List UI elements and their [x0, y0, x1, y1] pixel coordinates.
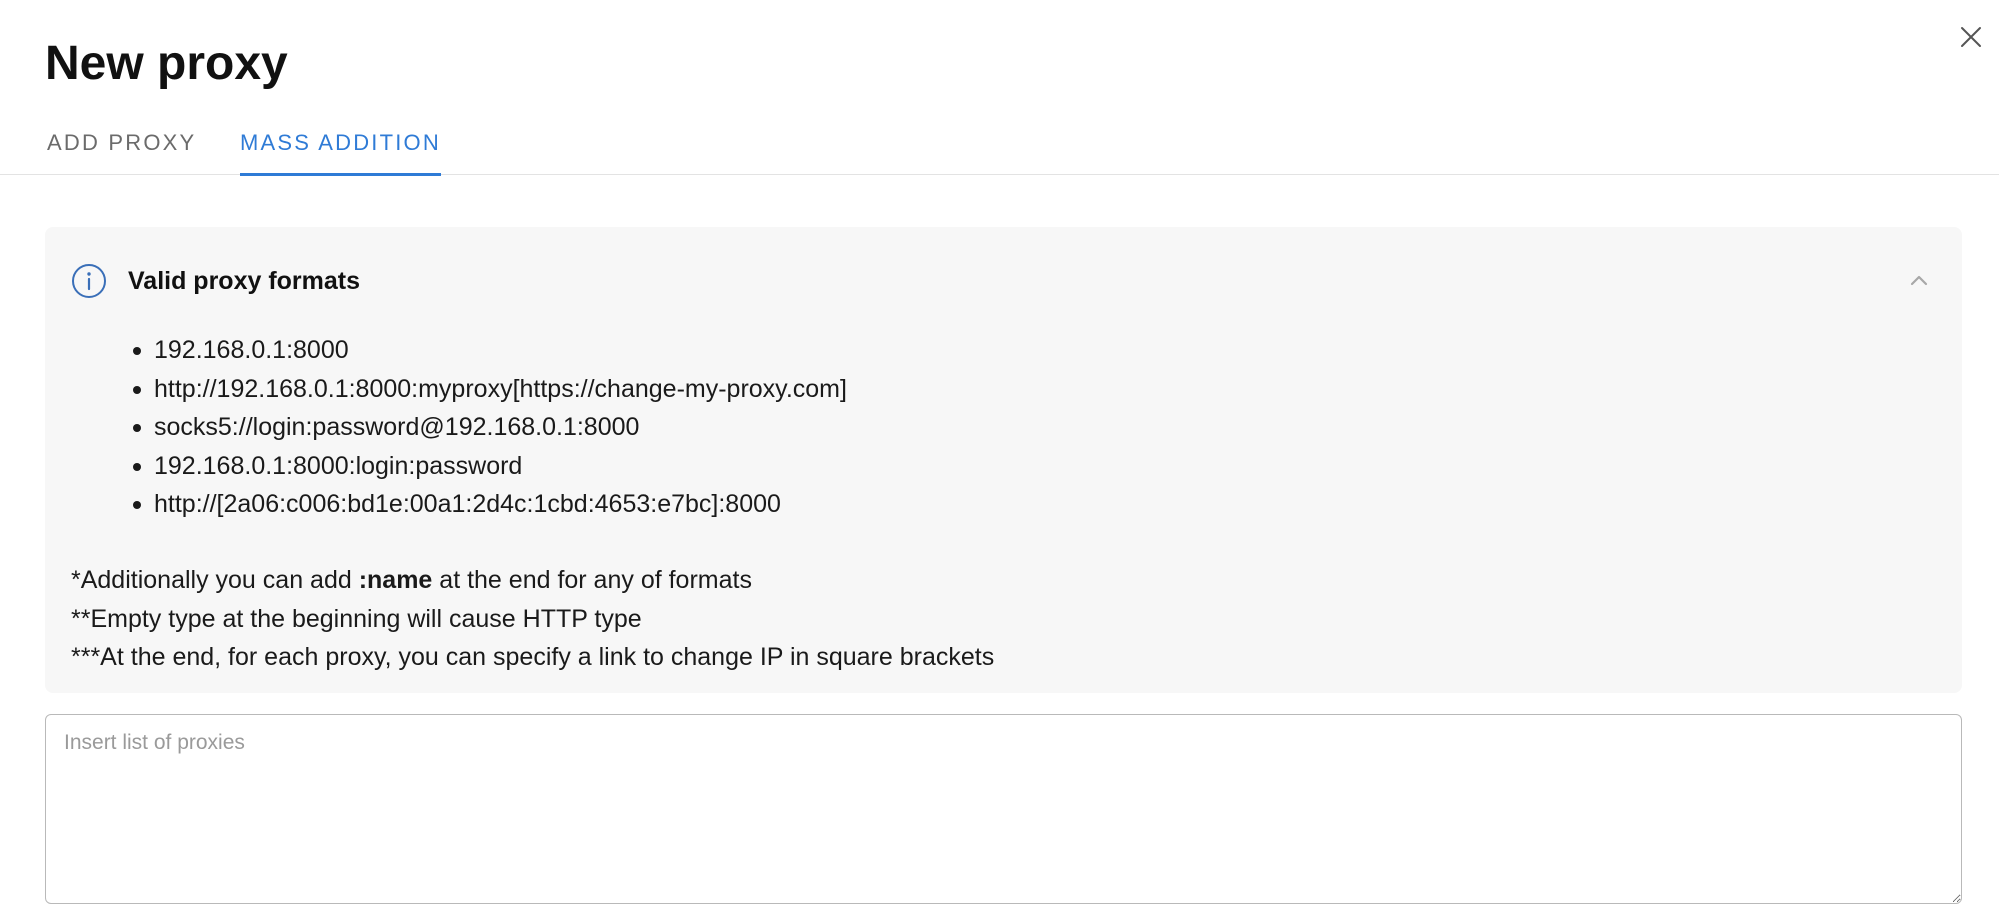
valid-formats-panel: Valid proxy formats 192.168.0.1:8000 htt…: [45, 227, 1962, 693]
tab-mass-addition[interactable]: MASS ADDITION: [240, 122, 441, 176]
close-button[interactable]: [1956, 22, 1986, 52]
info-icon: [72, 264, 106, 298]
note-bold-name: :name: [358, 566, 433, 594]
valid-formats-title: Valid proxy formats: [128, 267, 361, 295]
new-proxy-dialog: New proxy ADD PROXY MASS ADDITION Valid …: [0, 0, 1999, 910]
format-item: socks5://login:password@192.168.0.1:8000: [108, 408, 847, 447]
dialog-title: New proxy: [45, 37, 288, 90]
format-item: 192.168.0.1:8000: [108, 331, 847, 370]
note-text: at the end for any of formats: [432, 566, 752, 594]
format-item: http://192.168.0.1:8000:myproxy[https://…: [108, 370, 847, 409]
proxy-list-textarea[interactable]: [45, 714, 1962, 904]
close-icon: [1961, 27, 1981, 47]
format-list: 192.168.0.1:8000 http://192.168.0.1:8000…: [108, 331, 847, 524]
chevron-up-icon[interactable]: [1907, 268, 1931, 292]
format-item: 192.168.0.1:8000:login:password: [108, 447, 847, 486]
valid-formats-header[interactable]: Valid proxy formats: [45, 227, 1962, 327]
note-text: *Additionally you can add: [71, 566, 359, 594]
note-name-suffix: *Additionally you can add :name at the e…: [71, 561, 994, 600]
format-notes: *Additionally you can add :name at the e…: [71, 561, 994, 677]
format-item: http://[2a06:c006:bd1e:00a1:2d4c:1cbd:46…: [108, 485, 847, 524]
tab-bar: ADD PROXY MASS ADDITION: [0, 122, 1999, 176]
note-change-ip-link: ***At the end, for each proxy, you can s…: [71, 643, 995, 671]
tab-add-proxy[interactable]: ADD PROXY: [47, 122, 196, 175]
note-empty-type: **Empty type at the beginning will cause…: [71, 604, 642, 633]
